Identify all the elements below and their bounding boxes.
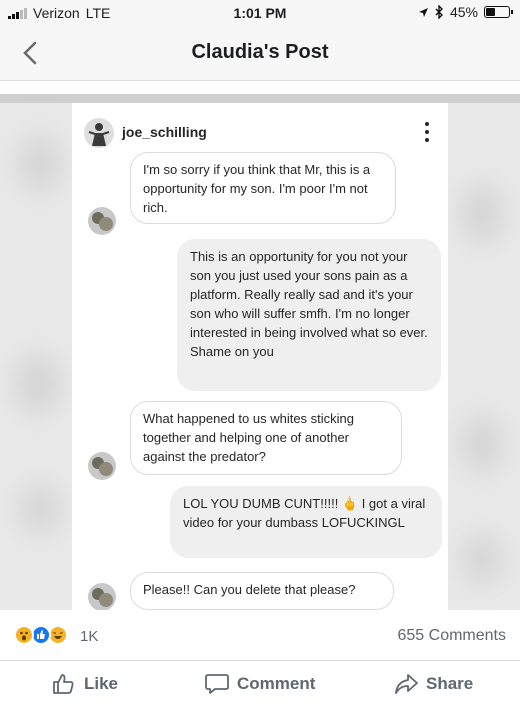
message-bubble-sent: LOL YOU DUMB CUNT!!!!! 🖕 I got a viral v… <box>170 486 442 558</box>
dm-username: joe_schilling <box>122 124 207 140</box>
person-icon <box>88 123 110 146</box>
page-title: Claudia's Post <box>191 41 329 63</box>
battery-icon <box>484 6 513 18</box>
dm-screenshot: joe_schilling I'm so sorry if you think … <box>72 103 448 610</box>
share-icon <box>395 674 418 694</box>
sender-avatar <box>88 207 116 235</box>
comment-button[interactable]: Comment <box>205 673 315 695</box>
thumbs-up-icon <box>53 674 74 694</box>
sender-avatar <box>88 583 116 610</box>
reaction-count[interactable]: 1K <box>80 628 98 645</box>
battery-percent: 45% <box>449 4 478 20</box>
comment-label: Comment <box>237 674 316 693</box>
sender-avatar <box>88 452 116 480</box>
blur-shape <box>15 354 60 414</box>
share-label: Share <box>426 674 474 693</box>
message-bubble: Please!! Can you delete that please? <box>130 572 394 610</box>
battery-fill <box>486 8 495 16</box>
message-bubble-sent: This is an opportunity for you not your … <box>177 239 441 391</box>
message-bubble: What happened to us whites sticking toge… <box>130 401 402 475</box>
status-right: 45% <box>418 4 513 20</box>
reactions-bar: 1K 655 Comments <box>0 610 520 660</box>
like-button[interactable]: Like <box>52 673 118 695</box>
more-options-icon <box>425 122 429 142</box>
comment-icon <box>205 674 229 694</box>
image-top-bar <box>0 94 520 103</box>
comments-count[interactable]: 655 Comments <box>398 627 507 645</box>
message-bubble: I'm so sorry if you think that Mr, this … <box>130 152 396 224</box>
like-label: Like <box>84 674 119 693</box>
location-icon <box>418 7 428 17</box>
nav-bar: Claudia's Post <box>0 26 520 81</box>
post-image[interactable]: joe_schilling I'm so sorry if you think … <box>0 94 520 610</box>
blur-shape <box>462 414 502 474</box>
blur-shape <box>462 534 502 584</box>
profile-avatar <box>84 118 114 148</box>
haha-icon <box>48 625 68 645</box>
blur-shape <box>20 484 60 534</box>
share-button[interactable]: Share <box>394 673 473 695</box>
blur-shape <box>462 184 502 244</box>
like-icon <box>31 625 51 645</box>
blur-shape <box>20 134 60 194</box>
bluetooth-icon <box>435 5 443 19</box>
status-bar: Verizon LTE 1:01 PM 45% <box>0 0 520 26</box>
action-bar: Like Comment Share <box>0 660 520 710</box>
wow-icon <box>14 625 34 645</box>
